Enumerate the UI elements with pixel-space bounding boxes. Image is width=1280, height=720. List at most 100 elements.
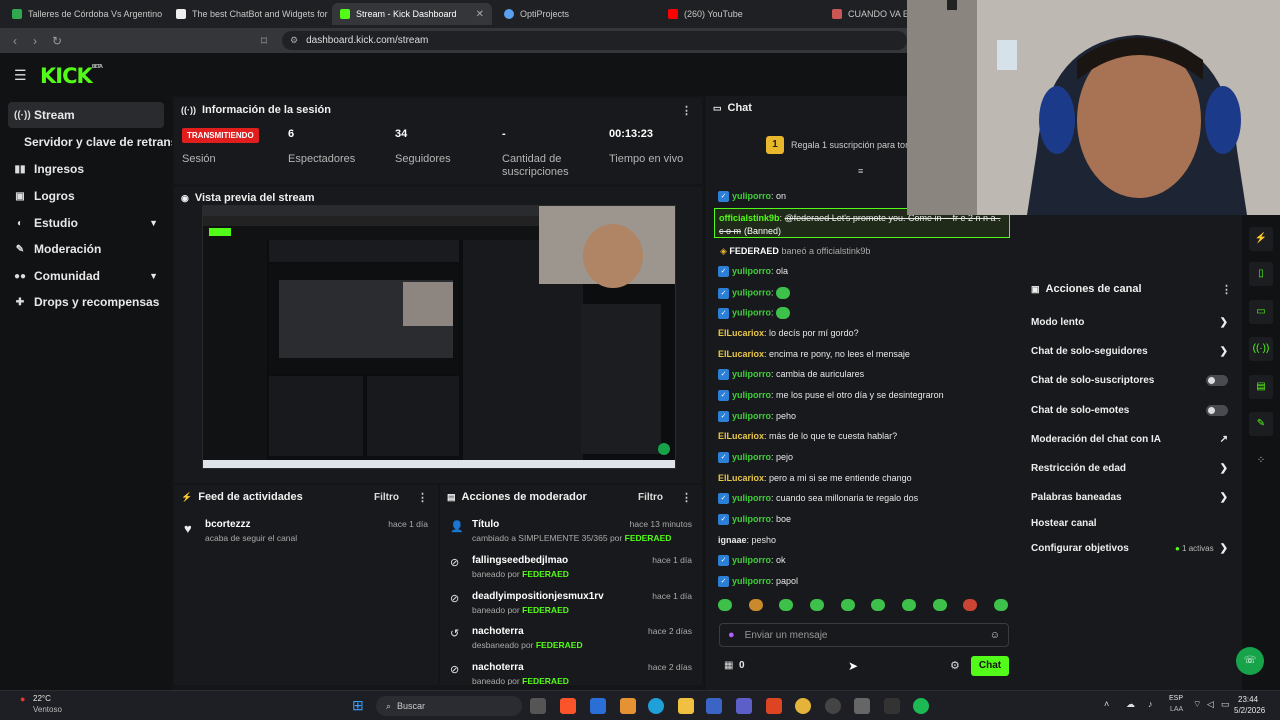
chat-username[interactable]: yuliporro <box>732 307 771 317</box>
volume-icon[interactable]: ◁ <box>1207 699 1214 710</box>
app-icon[interactable] <box>884 698 900 714</box>
emote-icon[interactable] <box>748 599 763 611</box>
more-icon[interactable]: ⋮ <box>681 491 692 504</box>
sidebar-item-stream[interactable]: ((·)) Stream <box>8 102 164 128</box>
stream-preview-video[interactable] <box>202 205 676 469</box>
sidebar-item-drops[interactable]: ✚ Drops y recompensas <box>8 289 164 315</box>
mic-icon[interactable]: ♪ <box>1148 699 1153 709</box>
kick-logo[interactable]: KICKBETA <box>40 64 103 88</box>
brave-browser-icon[interactable] <box>560 698 576 714</box>
action-banned-words[interactable]: Palabras baneadas ❯ <box>1031 489 1228 505</box>
emote-icon[interactable] <box>963 599 978 611</box>
app-icon[interactable] <box>590 698 606 714</box>
chat-username[interactable]: ElLucariox <box>718 349 764 359</box>
action-subscribers-only[interactable]: Chat de solo-suscriptores <box>1031 372 1228 388</box>
language-indicator[interactable]: ESP <box>1169 695 1183 702</box>
obs-icon[interactable] <box>825 698 841 714</box>
folder-icon[interactable] <box>678 698 694 714</box>
weather-temp[interactable]: 22°C <box>33 694 51 703</box>
browser-tab-active[interactable]: Stream - Kick Dashboard ✕ <box>332 3 492 25</box>
more-icon[interactable]: ⋮ <box>681 104 692 117</box>
emote-icon[interactable] <box>840 599 855 611</box>
chat-username[interactable]: yuliporro <box>732 369 771 379</box>
emote-icon[interactable] <box>718 599 732 611</box>
emote-icon[interactable] <box>776 307 791 319</box>
chat-username[interactable]: yuliporro <box>732 576 771 586</box>
chat-username[interactable]: yuliporro <box>732 452 771 462</box>
browser-tab[interactable]: CUANDO VA EXT... <box>824 3 907 25</box>
wrench-icon[interactable]: ✎ <box>1249 412 1273 436</box>
action-slow-mode[interactable]: Modo lento ❯ <box>1031 314 1228 330</box>
action-followers-only[interactable]: Chat de solo-seguidores ❯ <box>1031 343 1228 359</box>
chat-username[interactable]: ignaae <box>718 535 747 545</box>
app-icon[interactable] <box>766 698 782 714</box>
sidebar-item-server-key[interactable]: Servidor y clave de retransmisión <box>8 129 172 155</box>
moderator-name[interactable]: FEDERAED <box>522 569 569 579</box>
browser-tab[interactable]: OptiProjects <box>496 3 656 25</box>
emote-icon[interactable] <box>993 599 1008 611</box>
phone-icon[interactable]: ▯ <box>1249 262 1273 286</box>
taskbar-search[interactable]: ⌕ Buscar <box>376 696 522 716</box>
emoji-icon[interactable]: ☺ <box>990 630 1000 641</box>
chat-input[interactable]: ● Enviar un mensaje ☺ <box>719 623 1009 647</box>
emote-icon[interactable] <box>871 599 886 611</box>
app-icon[interactable] <box>620 698 636 714</box>
browser-tab[interactable]: The best ChatBot and Widgets for Ki... <box>168 3 328 25</box>
chat-username[interactable]: yuliporro <box>732 287 771 297</box>
emote-icon[interactable] <box>932 599 947 611</box>
chat-bubble-icon[interactable]: ▭ <box>1249 300 1273 324</box>
emote-icon[interactable] <box>779 599 794 611</box>
support-icon[interactable]: ☏ <box>1236 647 1264 675</box>
chat-username[interactable]: yuliporro <box>732 555 771 565</box>
moderator-name[interactable]: FEDERAED <box>625 533 672 543</box>
sidebar-item-ingresos[interactable]: ▮▮ Ingresos <box>8 156 164 182</box>
chat-username[interactable]: ElLucariox <box>718 431 764 441</box>
action-ai-moderation[interactable]: Moderación del chat con IA ↗ <box>1031 431 1228 447</box>
moderator-name[interactable]: FEDERAED <box>536 640 583 650</box>
chat-username[interactable]: yuliporro <box>732 191 771 201</box>
send-chat-button[interactable]: Chat <box>971 656 1009 676</box>
sidebar-item-moderacion[interactable]: ✎ Moderación <box>8 236 164 262</box>
chrome-icon[interactable] <box>795 698 811 714</box>
cloud-icon[interactable]: ☁ <box>1126 699 1135 710</box>
points-icon[interactable]: ▦ <box>724 660 733 671</box>
moderator-name[interactable]: FEDERAED <box>522 676 569 685</box>
action-age-restriction[interactable]: Restricción de edad ❯ <box>1031 460 1228 476</box>
chat-username[interactable]: ElLucariox <box>718 473 764 483</box>
menu-icon[interactable]: ☰ <box>14 67 27 84</box>
mail-icon[interactable] <box>706 698 722 714</box>
bookmark-icon[interactable]: ⌑ <box>256 34 272 48</box>
chevron-up-icon[interactable]: ˄ <box>1104 699 1109 709</box>
sidebar-item-comunidad[interactable]: ●● Comunidad ▼ <box>8 263 164 289</box>
action-configure-goals[interactable]: Configurar objetivos ● 1 activas ❯ <box>1031 540 1228 556</box>
app-icon[interactable] <box>854 698 870 714</box>
action-host-channel[interactable]: Hostear canal <box>1031 515 1228 531</box>
gift-banner[interactable]: 1 Regala 1 suscripción para tom <box>766 136 913 154</box>
chat-username[interactable]: yuliporro <box>732 411 771 421</box>
edge-icon[interactable] <box>648 698 664 714</box>
url-input[interactable]: ⚙ dashboard.kick.com/stream <box>282 31 907 50</box>
emote-icon[interactable] <box>901 599 916 611</box>
wifi-icon[interactable]: ⌔ <box>1193 699 1201 710</box>
teams-icon[interactable] <box>736 698 752 714</box>
emotes-only-toggle[interactable] <box>1206 404 1228 416</box>
spotify-icon[interactable] <box>913 698 929 714</box>
chat-username[interactable]: yuliporro <box>732 390 771 400</box>
filter-button[interactable]: Filtro <box>638 492 663 503</box>
site-info-icon[interactable]: ⚙ <box>290 35 298 46</box>
windows-start-icon[interactable]: ⊞ <box>352 697 364 714</box>
more-icon[interactable]: ⋮ <box>417 491 428 504</box>
chat-username[interactable]: officialstink9b <box>719 213 780 223</box>
subscribers-only-toggle[interactable] <box>1206 374 1228 386</box>
chat-username[interactable]: yuliporro <box>732 266 771 276</box>
sidebar-item-estudio[interactable]: ◐ Estudio ▼ <box>8 210 164 236</box>
emote-icon[interactable] <box>809 599 824 611</box>
gear-icon[interactable]: ⚙ <box>950 659 960 672</box>
bolt-icon[interactable]: ⚡ <box>1249 227 1273 251</box>
app-icon[interactable] <box>530 698 546 714</box>
more-icon[interactable]: ⋮ <box>1221 283 1232 296</box>
microphone-icon[interactable]: ● <box>728 629 735 641</box>
reload-icon[interactable]: ↻ <box>49 34 65 48</box>
battery-icon[interactable]: ▭ <box>1221 699 1230 710</box>
chat-username[interactable]: yuliporro <box>732 493 771 503</box>
